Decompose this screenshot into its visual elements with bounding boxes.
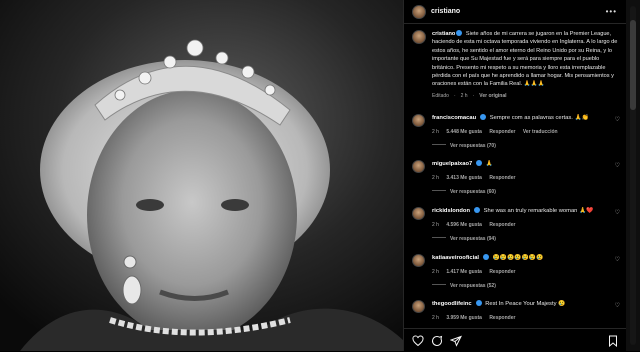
heart-icon[interactable]: [412, 334, 424, 347]
comment-text: Sempre com as palavras certas. 🙏👏: [489, 115, 589, 121]
heart-icon[interactable]: ♡: [615, 302, 620, 309]
share-icon[interactable]: [449, 334, 462, 347]
comment-age: 2 h: [432, 222, 439, 228]
comment-item: miguelpaixao7 🙏 ♡ 2 h 3.413 Me gusta Res…: [412, 160, 620, 195]
bookmark-icon[interactable]: [607, 334, 619, 348]
comment-icon[interactable]: [431, 334, 443, 346]
heart-icon[interactable]: ♡: [615, 162, 620, 169]
view-replies-button[interactable]: Ver respuestas (60): [450, 189, 496, 195]
post-side-panel: cristiano ••• cristiano Siete años de mi…: [403, 0, 627, 351]
comment-likes[interactable]: 5.448 Me gusta: [446, 129, 482, 135]
comment-text: Rest In Peace Your Majesty 😢: [485, 301, 566, 307]
comment-age: 2 h: [432, 129, 439, 135]
avatar[interactable]: [412, 114, 425, 127]
avatar[interactable]: [412, 300, 425, 313]
caption-age: 2 h: [460, 92, 468, 99]
comment-likes[interactable]: 1.417 Me gusta: [446, 269, 482, 275]
scrollbar-thumb[interactable]: [630, 20, 636, 110]
comment-age: 2 h: [432, 175, 439, 181]
comment-username[interactable]: katiaaveirooficial: [432, 255, 479, 261]
comment-item: katiaaveirooficial 😢😢😢😢😢😢😢 ♡ 2 h 1.417 M…: [412, 254, 620, 289]
reply-button[interactable]: Responder: [489, 315, 515, 321]
post-action-bar: [404, 328, 627, 351]
post-author-username[interactable]: cristiano: [431, 8, 460, 15]
verified-badge-icon: [476, 160, 483, 166]
comment-username[interactable]: thegoodlifeinc: [432, 301, 472, 307]
comment-likes[interactable]: 4.596 Me gusta: [446, 222, 482, 228]
heart-icon[interactable]: ♡: [615, 256, 620, 263]
avatar[interactable]: [412, 30, 426, 44]
view-replies-button[interactable]: Ver respuestas (52): [450, 283, 496, 289]
post-photo[interactable]: [0, 0, 403, 351]
comment-username[interactable]: franciscomacau: [432, 115, 476, 121]
comment-likes[interactable]: 3.959 Me gusta: [446, 315, 482, 321]
comment-item: rickidslondon She was an truly remarkabl…: [412, 207, 620, 242]
avatar[interactable]: [412, 254, 425, 267]
verified-badge-icon: [483, 254, 490, 260]
avatar[interactable]: [412, 4, 426, 19]
verified-badge-icon: [480, 114, 487, 120]
heart-icon[interactable]: ♡: [615, 209, 620, 216]
verified-badge-icon: [475, 300, 482, 306]
reply-button[interactable]: Responder: [489, 175, 515, 181]
comment-item: franciscomacau Sempre com as palavras ce…: [412, 114, 620, 149]
avatar[interactable]: [412, 160, 425, 173]
reply-button[interactable]: Responder: [489, 222, 515, 228]
comment-text: 😢😢😢😢😢😢😢: [492, 255, 544, 261]
view-replies-button[interactable]: Ver respuestas (94): [450, 236, 496, 242]
avatar[interactable]: [412, 207, 425, 220]
edited-label: Editado: [432, 92, 449, 99]
see-original-link[interactable]: Ver original: [479, 93, 506, 99]
ellipsis-icon[interactable]: •••: [606, 7, 617, 16]
comment-likes[interactable]: 3.413 Me gusta: [446, 175, 482, 181]
comment-username[interactable]: miguelpaixao7: [432, 161, 472, 167]
comment-text: She was an truly remarkable woman 🙏❤️: [483, 208, 594, 214]
reply-button[interactable]: Responder: [489, 269, 515, 275]
instagram-post-viewer: cristiano ••• cristiano Siete años de mi…: [0, 0, 640, 351]
verified-badge-icon: [456, 30, 463, 36]
view-replies-button[interactable]: Ver respuestas (70): [450, 143, 496, 149]
queen-portrait-image: [0, 0, 403, 351]
caption-text: Siete años de mi carrera se jugaron en l…: [432, 31, 618, 88]
comment-item: thegoodlifeinc Rest In Peace Your Majest…: [412, 300, 620, 321]
reply-button[interactable]: Responder: [489, 129, 515, 135]
heart-icon[interactable]: ♡: [615, 116, 620, 123]
post-caption: cristiano Siete años de mi carrera se ju…: [412, 30, 620, 99]
comment-age: 2 h: [432, 315, 439, 321]
comment-text: 🙏: [485, 161, 494, 167]
post-header: cristiano •••: [404, 0, 627, 24]
translate-button[interactable]: Ver traducción: [523, 129, 558, 135]
caption-username[interactable]: cristiano: [432, 31, 455, 37]
comment-username[interactable]: rickidslondon: [432, 208, 470, 214]
verified-badge-icon: [474, 207, 481, 213]
scrollbar[interactable]: [626, 0, 640, 351]
comment-age: 2 h: [432, 269, 439, 275]
